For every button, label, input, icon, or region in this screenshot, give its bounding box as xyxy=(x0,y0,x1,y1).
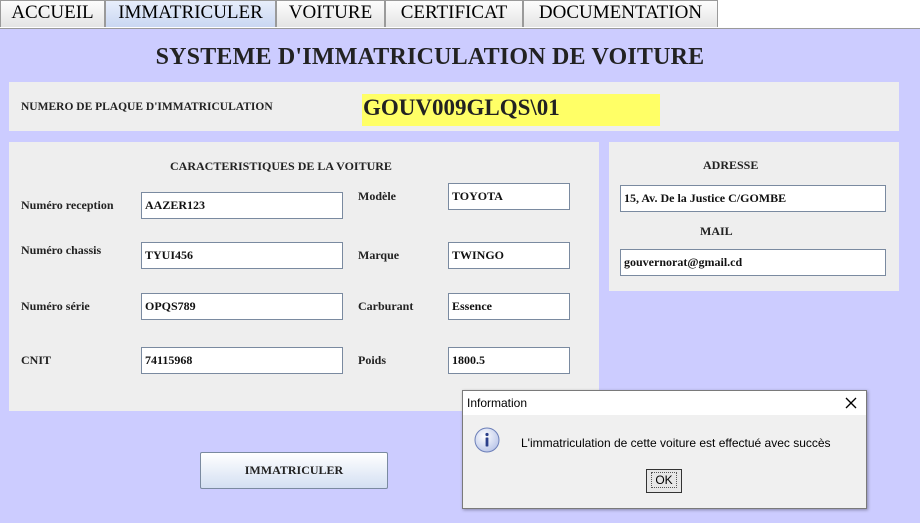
dialog-titlebar: Information xyxy=(463,391,866,415)
information-dialog: Information L'immatriculation de cette v… xyxy=(462,390,867,509)
cnit-label: CNIT xyxy=(21,353,52,367)
modele-label: Modèle xyxy=(358,189,396,203)
poids-field[interactable]: 1800.5 xyxy=(448,347,570,374)
numero-serie-label: Numéro série xyxy=(21,299,90,313)
numero-serie-field[interactable]: OPQS789 xyxy=(141,293,343,320)
tab-bar: ACCUEIL IMMATRICULER VOITURE CERTIFICAT … xyxy=(0,0,920,28)
close-icon[interactable] xyxy=(842,394,860,412)
poids-label: Poids xyxy=(358,353,387,367)
numero-reception-label: Numéro reception xyxy=(21,198,114,212)
marque-field[interactable]: TWINGO xyxy=(448,242,570,269)
dialog-title: Information xyxy=(467,396,528,410)
carburant-label: Carburant xyxy=(358,299,414,313)
mail-field[interactable]: gouvernorat@gmail.cd xyxy=(620,249,886,276)
immatriculer-button[interactable]: IMMATRICULER xyxy=(200,452,388,489)
cnit-field[interactable]: 74115968 xyxy=(141,347,343,374)
ok-button-label: OK xyxy=(651,472,677,488)
plate-number: GOUV009GLQS\01 xyxy=(362,94,660,126)
modele-field[interactable]: TOYOTA xyxy=(448,183,570,210)
info-icon xyxy=(474,427,500,453)
marque-label: Marque xyxy=(358,248,400,262)
numero-chassis-field[interactable]: TYUI456 xyxy=(141,242,343,269)
tab-documentation[interactable]: DOCUMENTATION xyxy=(523,0,718,27)
tab-immatriculer[interactable]: IMMATRICULER xyxy=(105,0,276,27)
numero-reception-field[interactable]: AAZER123 xyxy=(141,192,343,219)
mail-label: MAIL xyxy=(700,224,733,238)
tab-voiture[interactable]: VOITURE xyxy=(276,0,385,27)
adresse-field[interactable]: 15, Av. De la Justice C/GOMBE xyxy=(620,185,886,212)
tab-certificat[interactable]: CERTIFICAT xyxy=(385,0,523,27)
numero-chassis-label: Numéro chassis xyxy=(21,243,102,257)
dialog-message: L'immatriculation de cette voiture est e… xyxy=(521,436,831,450)
tab-accueil[interactable]: ACCUEIL xyxy=(0,0,105,27)
ok-button[interactable]: OK xyxy=(646,469,682,493)
adresse-label: ADRESSE xyxy=(703,158,759,172)
plate-label: NUMERO DE PLAQUE D'IMMATRICULATION xyxy=(21,101,273,113)
characteristics-heading: CARACTERISTIQUES DE LA VOITURE xyxy=(170,159,392,173)
page-title: SYSTEME D'IMMATRICULATION DE VOITURE xyxy=(155,44,705,70)
carburant-field[interactable]: Essence xyxy=(448,293,570,320)
